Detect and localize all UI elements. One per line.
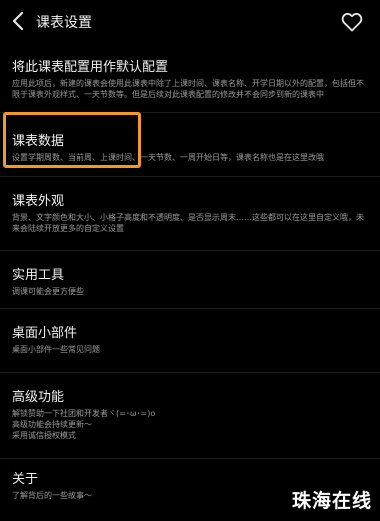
item-description: 背景、文字颜色和大小、小格子高度和不透明度、是否显示周末……这些都可以在这里自定… [12,213,364,233]
item-heading: 课表外观 [12,194,65,209]
divider [0,250,380,251]
divider [0,458,380,459]
item-description: 解锁赞助一下社团和开发者ヾ(=･ω･=)o 高级功能会持续更新～ 采用诚信授权模… [12,409,156,440]
chevron-left-icon[interactable] [8,10,30,32]
heart-outline-icon[interactable] [340,10,364,34]
watermark: 珠海在线 [291,490,372,512]
default-config-item[interactable]: 将此课表配置用作默认配置 应用此项后，新建的课表会使用此课表中除了上课时间、课表… [0,48,380,106]
item-description: 桌面小部件一些常见问题 [12,345,100,354]
highlight-frame [3,112,141,168]
item-heading: 实用工具 [12,268,65,283]
item-heading: 将此课表配置用作默认配置 [12,60,169,75]
schedule-appearance-item[interactable]: 课表外观 背景、文字颜色和大小、小格子高度和不透明度、是否显示周末……这些都可以… [0,182,380,242]
item-heading: 关于 [12,472,39,487]
item-description: 调课可能会更方便些 [12,287,84,296]
item-description: 应用此项后，新建的课表会使用此课表中除了上课时间、课表名称、开学日期以外的配置，… [12,79,364,99]
advanced-item[interactable]: 高级功能 解锁赞助一下社团和开发者ヾ(=･ω･=)o 高级功能会持续更新～ 采用… [0,378,380,448]
page-title: 课表设置 [36,15,92,31]
divider [0,176,380,177]
item-heading: 桌面小部件 [12,326,78,341]
tools-item[interactable]: 实用工具 调课可能会更方便些 [0,256,380,300]
widget-item[interactable]: 桌面小部件 桌面小部件一些常见问题 [0,314,380,358]
divider [0,308,380,309]
item-heading: 高级功能 [12,390,65,405]
top-bar: 课表设置 [0,0,380,44]
divider [0,372,380,373]
